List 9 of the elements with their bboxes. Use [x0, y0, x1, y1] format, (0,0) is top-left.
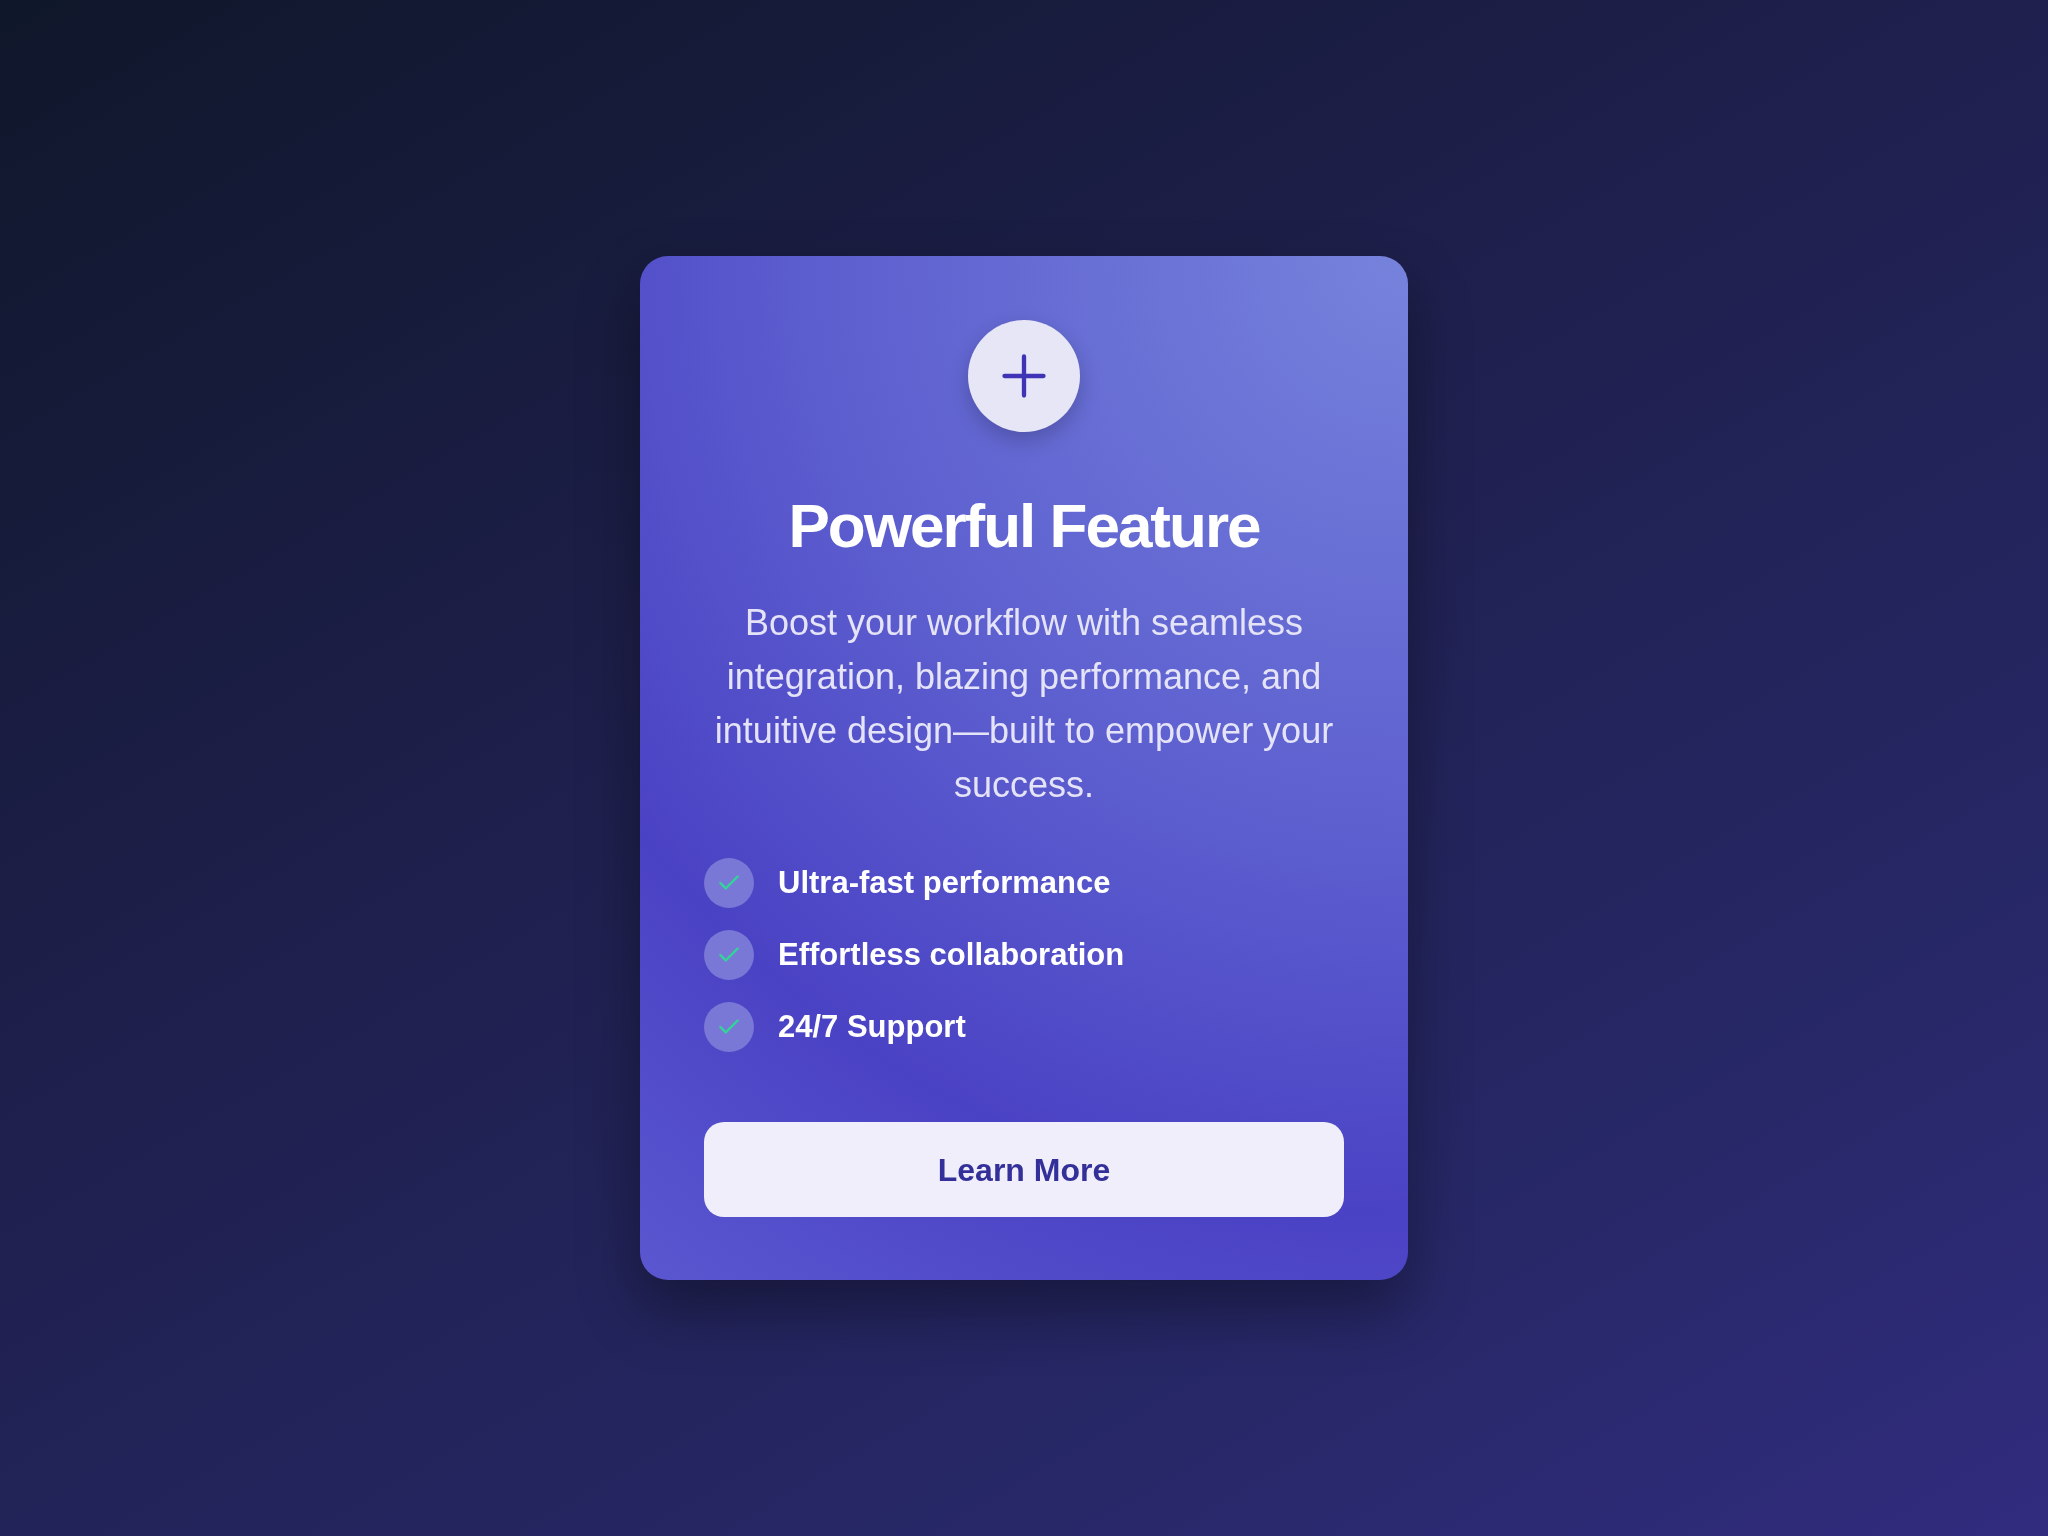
- card-title: Powerful Feature: [788, 490, 1260, 562]
- card-description: Boost your workflow with seamless integration, blazing performance, and intuitive design—built to empower your success.: [713, 601, 1335, 807]
- feature-item: 24/7 Support: [778, 1007, 966, 1046]
- check-icon: [704, 1002, 754, 1052]
- feature-item: Effortless collaboration: [778, 935, 1125, 974]
- check-icon: [704, 930, 754, 980]
- check-icon: [704, 858, 754, 908]
- learn-more-button[interactable]: Learn More: [704, 1122, 1344, 1217]
- feature-item: Ultra-fast performance: [778, 863, 1111, 902]
